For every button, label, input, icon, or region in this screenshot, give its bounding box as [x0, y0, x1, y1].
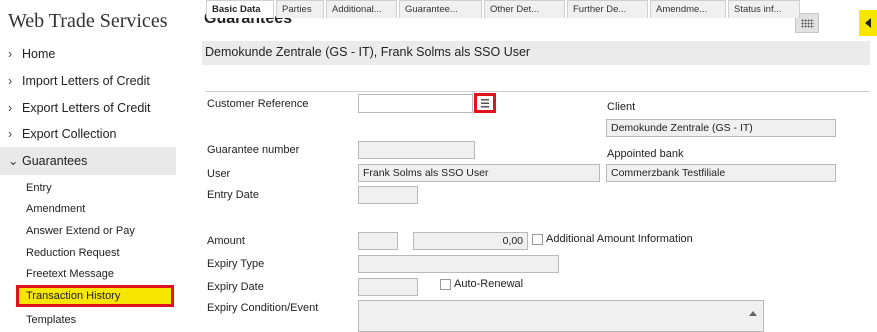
sidebar-item-label: Export Letters of Credit — [22, 101, 151, 115]
sidebar-item-import-letters-of-credit[interactable]: › Import Letters of Credit — [8, 74, 150, 88]
app-title: Web Trade Services — [8, 10, 168, 32]
sidebar-item-export-letters-of-credit[interactable]: › Export Letters of Credit — [8, 101, 151, 115]
additional-amount-label: Additional Amount Information — [546, 233, 693, 245]
expiry-type-label: Expiry Type — [207, 258, 265, 270]
entry-date-field — [358, 186, 418, 204]
grid-icon — [801, 19, 814, 28]
amount-currency-field — [358, 232, 398, 250]
entry-date-label: Entry Date — [207, 189, 259, 201]
client-label: Client — [607, 101, 636, 113]
expiry-date-label: Expiry Date — [207, 281, 264, 293]
expiry-date-field — [358, 278, 418, 296]
sidebar-item-guarantees[interactable]: ⌄ Guarantees — [8, 153, 87, 168]
tab-basic-data[interactable]: Basic Data — [206, 0, 274, 18]
tab-additional[interactable]: Additional... — [326, 0, 397, 18]
triangle-left-icon — [865, 18, 871, 28]
tab-guarantee[interactable]: Guarantee... — [399, 0, 482, 18]
sidebar-subitem-freetext-message[interactable]: Freetext Message — [26, 268, 114, 280]
customer-bar: Demokunde Zentrale (GS - IT), Frank Solm… — [202, 41, 870, 65]
list-icon — [481, 99, 489, 108]
tab-parties[interactable]: Parties — [276, 0, 324, 18]
tab-amendment[interactable]: Amendme... — [650, 0, 726, 18]
expiry-condition-textarea[interactable] — [358, 300, 764, 332]
sidebar-item-label: Export Collection — [22, 127, 117, 141]
appointed-bank-label: Appointed bank — [607, 148, 684, 160]
sidebar-subitem-reduction-request[interactable]: Reduction Request — [26, 247, 120, 259]
expiry-condition-label: Expiry Condition/Event — [207, 302, 319, 314]
tab-further-details[interactable]: Further De... — [567, 0, 648, 18]
chevron-down-icon: ⌄ — [8, 154, 19, 168]
tab-status-information[interactable]: Status inf... — [728, 0, 800, 18]
auto-renewal-label: Auto-Renewal — [454, 278, 524, 290]
tab-other-details[interactable]: Other Det... — [484, 0, 565, 18]
sidebar-subitem-entry[interactable]: Entry — [26, 182, 52, 194]
sidebar-item-label: Guarantees — [22, 154, 88, 168]
amount-value-field: 0,00 — [413, 232, 528, 250]
sidebar-subitem-answer-extend-or-pay[interactable]: Answer Extend or Pay — [26, 225, 135, 237]
sidebar-item-label: Import Letters of Credit — [22, 74, 150, 88]
customer-reference-list-button[interactable] — [474, 93, 496, 113]
appointed-bank-field: Commerzbank Testfiliale — [606, 164, 836, 182]
sidebar-item-label: Home — [22, 47, 56, 61]
guarantee-number-field — [358, 141, 475, 159]
guarantee-number-label: Guarantee number — [207, 144, 300, 156]
collapse-panel-button[interactable] — [859, 10, 877, 36]
additional-amount-checkbox[interactable] — [532, 234, 543, 245]
expiry-type-field — [358, 255, 559, 273]
tab-underline — [206, 91, 870, 92]
chevron-right-icon: › — [8, 47, 13, 61]
customer-reference-label: Customer Reference — [207, 98, 309, 110]
customer-label: Demokunde Zentrale (GS - IT), Frank Solm… — [205, 45, 531, 59]
sidebar: Web Trade Services › Home › Import Letters… — [0, 0, 190, 332]
chevron-right-icon: › — [8, 127, 13, 141]
sidebar-subitem-amendment[interactable]: Amendment — [26, 203, 85, 215]
chevron-right-icon: › — [8, 101, 13, 115]
customer-reference-input[interactable] — [358, 94, 473, 113]
user-label: User — [207, 168, 231, 180]
user-field: Frank Solms als SSO User — [358, 164, 600, 182]
sidebar-item-home[interactable]: › Home — [8, 47, 55, 61]
sidebar-subitem-transaction-history[interactable]: Transaction History — [26, 290, 120, 302]
sidebar-subitem-templates[interactable]: Templates — [26, 314, 76, 326]
auto-renewal-checkbox[interactable] — [440, 279, 451, 290]
client-field: Demokunde Zentrale (GS - IT) — [606, 119, 836, 137]
amount-label: Amount — [207, 235, 245, 247]
sidebar-item-export-collection[interactable]: › Export Collection — [8, 127, 117, 141]
scroll-up-icon[interactable] — [749, 311, 757, 316]
chevron-right-icon: › — [8, 74, 13, 88]
